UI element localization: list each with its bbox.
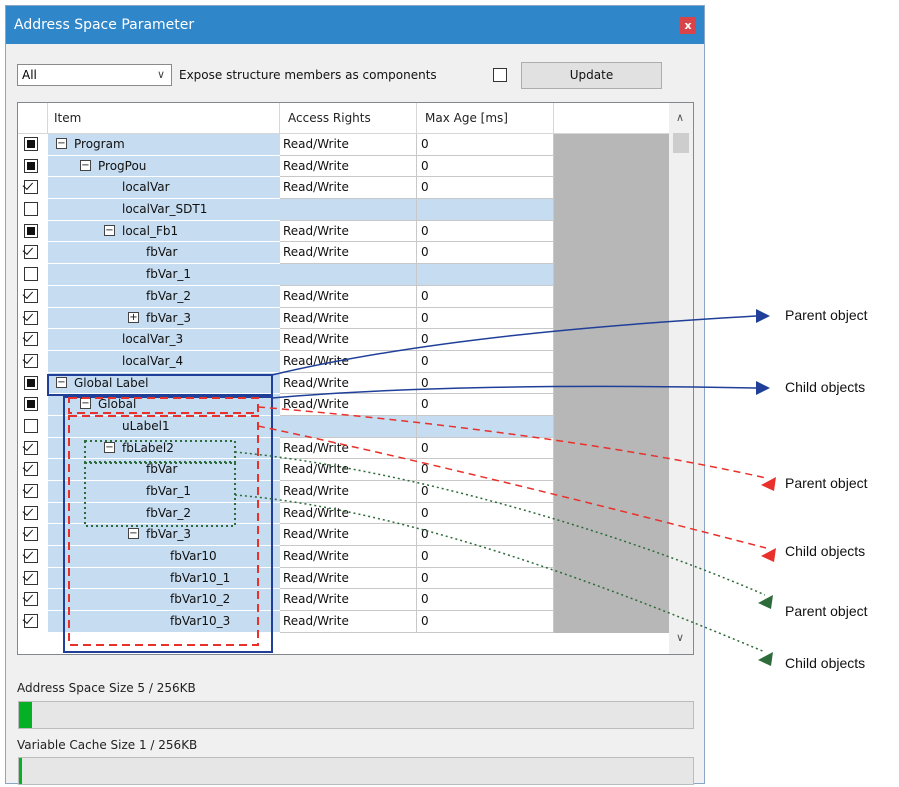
fblabel2-parent-box bbox=[84, 440, 236, 463]
annotation-overlay bbox=[47, 309, 776, 666]
green-child-arrowhead bbox=[758, 652, 773, 666]
annotation-red-parent: Parent object bbox=[785, 475, 868, 491]
red-child-arrowhead bbox=[761, 548, 776, 562]
red-child-leader bbox=[257, 425, 767, 549]
annotation-blue-child: Child objects bbox=[785, 379, 866, 395]
global-children-box bbox=[68, 415, 259, 646]
global-label-parent-box bbox=[47, 374, 273, 396]
annotation-green-child: Child objects bbox=[785, 655, 866, 671]
blue-parent-arrowhead bbox=[756, 309, 770, 323]
blue-parent-leader bbox=[271, 315, 757, 376]
annotation-green-parent: Parent object bbox=[785, 603, 868, 619]
green-parent-leader bbox=[234, 451, 766, 596]
fblabel2-children-box bbox=[84, 462, 236, 527]
green-parent-arrowhead bbox=[758, 595, 773, 609]
annotation-blue-parent: Parent object bbox=[785, 307, 868, 323]
green-child-leader bbox=[234, 494, 766, 653]
global-parent-box bbox=[68, 397, 259, 414]
annotation-red-child: Child objects bbox=[785, 543, 866, 559]
red-parent-arrowhead bbox=[761, 477, 776, 491]
blue-child-leader bbox=[271, 385, 757, 399]
global-label-children-box bbox=[63, 396, 273, 653]
blue-child-arrowhead bbox=[756, 381, 770, 395]
